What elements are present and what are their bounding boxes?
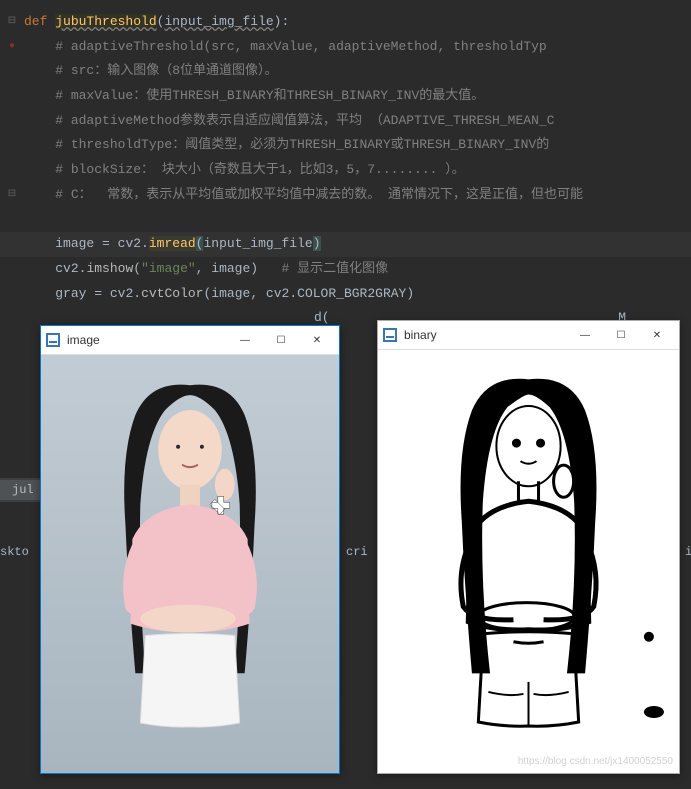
console-fragment: il (685, 545, 691, 559)
image-display (41, 354, 339, 773)
maximize-button[interactable]: ☐ (603, 323, 639, 347)
parameter: input_img_file (164, 14, 273, 29)
window-title: binary (404, 328, 567, 342)
minimize-button[interactable]: — (227, 328, 263, 352)
bottom-tab-bar: jul (0, 478, 46, 502)
code-line: def jubuThreshold(input_img_file): (24, 10, 691, 35)
code-line: # thresholdType：阈值类型，必须为THRESH_BINARY或TH… (24, 133, 691, 158)
function-name: jubuThreshold (55, 14, 156, 29)
titlebar[interactable]: binary — ☐ ✕ (378, 321, 679, 349)
code-line: gray = cv2.cvtColor(image, cv2.COLOR_BGR… (24, 282, 691, 307)
titlebar[interactable]: image — ☐ ✕ (41, 326, 339, 354)
console-fragment: cri (346, 545, 368, 559)
app-icon (45, 332, 61, 348)
tab-jul[interactable]: jul (0, 480, 46, 500)
code-line-active: image = cv2.imread(input_img_file) (24, 232, 691, 257)
maximize-button[interactable]: ☐ (263, 328, 299, 352)
gutter-breakpoint-icon[interactable]: ● (0, 35, 24, 60)
minimize-button[interactable]: — (567, 323, 603, 347)
close-button[interactable]: ✕ (299, 328, 335, 352)
code-line: cv2.imshow("image", image) # 显示二值化图像 (24, 257, 691, 282)
window-title: image (67, 333, 227, 347)
person-binary (378, 350, 679, 773)
code-line: # adaptiveMethod参数表示自适应阈值算法，平均 （ADAPTIVE… (24, 109, 691, 134)
code-line (24, 208, 691, 233)
console-fragment: skto (0, 545, 29, 559)
close-button[interactable]: ✕ (639, 323, 675, 347)
code-line: # adaptiveThreshold(src, maxValue, adapt… (24, 35, 691, 60)
image-window: image — ☐ ✕ (40, 325, 340, 774)
binary-window: binary — ☐ ✕ (377, 320, 680, 774)
watermark-text: https://blog.csdn.net/jx1400052550 (518, 756, 673, 767)
code-line: # src：输入图像（8位单通道图像）。 (24, 59, 691, 84)
binary-display: https://blog.csdn.net/jx1400052550 (378, 349, 679, 773)
code-line: # C： 常数，表示从平均值或加权平均值中减去的数。 通常情况下，这是正值，但也… (24, 183, 691, 208)
fold-icon[interactable]: ⊟ (0, 10, 24, 35)
code-line: # blockSize： 块大小（奇数且大于1，比如3，5，7........ … (24, 158, 691, 183)
code-editor[interactable]: ⊟ def jubuThreshold(input_img_file): ● #… (0, 0, 691, 331)
code-line: # maxValue：使用THRESH_BINARY和THRESH_BINARY… (24, 84, 691, 109)
fold-end-icon[interactable]: ⊟ (0, 183, 24, 208)
app-icon (382, 327, 398, 343)
person-photo (41, 355, 339, 773)
